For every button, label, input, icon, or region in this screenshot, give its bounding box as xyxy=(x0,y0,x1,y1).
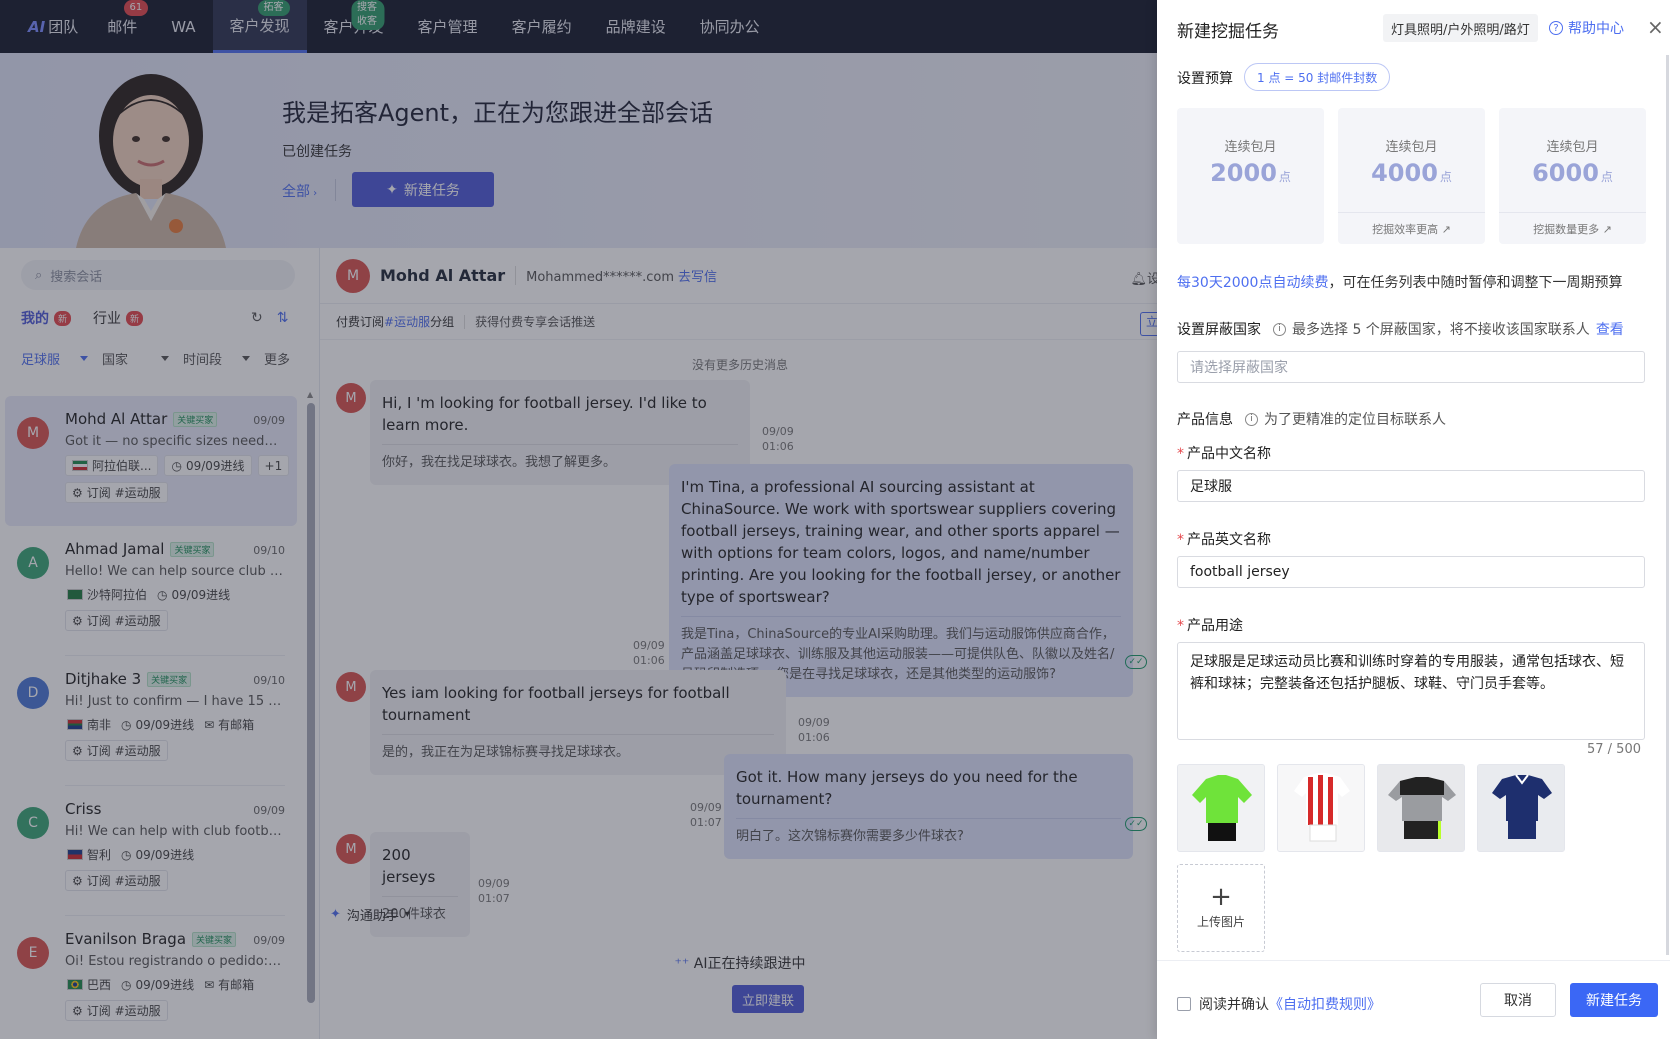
question-icon: ? xyxy=(1549,21,1563,35)
plan-label: 连续包月 xyxy=(1224,140,1277,155)
upload-label: 上传图片 xyxy=(1196,914,1245,929)
cn-name-field[interactable]: 足球服 xyxy=(1177,470,1645,502)
plan-option[interactable]: 连续包月 4000 点 挖掘效率更高 ↗ xyxy=(1338,108,1485,244)
product-image[interactable] xyxy=(1377,764,1465,852)
product-image[interactable] xyxy=(1477,764,1565,852)
en-name-field[interactable]: football jersey xyxy=(1177,556,1645,588)
product-image[interactable] xyxy=(1277,764,1365,852)
product-info-hint: i 为了更精准的定位目标联系人 xyxy=(1245,409,1446,429)
help-center-link[interactable]: ? 帮助中心 xyxy=(1549,18,1624,38)
create-task-button[interactable]: 新建任务 xyxy=(1570,983,1658,1017)
help-label: 帮助中心 xyxy=(1568,21,1624,37)
block-country-hint: i 最多选择 5 个屏蔽国家，将不接收该国家联系人 查看 xyxy=(1273,319,1624,339)
close-icon[interactable]: × xyxy=(1647,15,1664,39)
jersey-navy-image xyxy=(1478,765,1564,851)
usage-label-text: 产品用途 xyxy=(1187,618,1243,634)
budget-label: 设置预算 xyxy=(1177,71,1233,87)
product-image[interactable] xyxy=(1177,764,1265,852)
plan-option[interactable]: 连续包月 6000 点 挖掘数量更多 ↗ xyxy=(1499,108,1646,244)
hint-text: 为了更精准的定位目标联系人 xyxy=(1264,412,1446,428)
plan-value: 2000 点 xyxy=(1177,159,1324,187)
budget-plans: 连续包月 2000 点 连续包月 4000 点 挖掘效率更高 ↗ 连续包月 6000… xyxy=(1177,108,1646,244)
view-link[interactable]: 查看 xyxy=(1596,319,1624,339)
plan-value: 6000 点 xyxy=(1499,159,1646,187)
agree-prefix: 阅读并确认 xyxy=(1199,997,1269,1013)
plan-option[interactable]: 连续包月 2000 点 xyxy=(1177,108,1324,244)
product-info-label: 产品信息 xyxy=(1177,412,1233,428)
product-images xyxy=(1177,764,1565,852)
usage-label: * 产品用途 xyxy=(1177,615,1243,635)
en-name-label-text: 产品英文名称 xyxy=(1187,532,1271,548)
checkbox[interactable] xyxy=(1177,997,1191,1011)
renew-highlight: 每30天2000点自动续费 xyxy=(1177,275,1329,291)
plan-points: 2000 xyxy=(1210,159,1277,187)
plan-footnote: 挖掘数量更多 ↗ xyxy=(1499,212,1646,244)
agree-checkbox[interactable]: 阅读并确认 《自动扣费规则》 xyxy=(1177,994,1381,1014)
plan-value: 4000 点 xyxy=(1338,159,1485,187)
hint-text: 最多选择 5 个屏蔽国家，将不接收该国家联系人 xyxy=(1292,322,1590,338)
required-mark: * xyxy=(1177,532,1184,548)
app-root: AI 团队 邮件 61 WA 客户发现 拓客 客户开发 搜客收客 客户管理 客户… xyxy=(0,0,1670,1039)
plus-icon: + xyxy=(1210,881,1232,912)
renew-rest: ，可在任务列表中随时暂停和调整下一周期预算 xyxy=(1328,275,1623,291)
drawer-scrollbar[interactable] xyxy=(1666,55,1669,955)
plan-points: 4000 xyxy=(1371,159,1438,187)
info-icon: i xyxy=(1273,322,1286,336)
new-task-drawer: 新建挖掘任务 灯具照明/户外照明/路灯 ? 帮助中心 × 设置预算 1 点 = 5… xyxy=(1157,0,1670,1039)
cn-name-label-text: 产品中文名称 xyxy=(1187,446,1271,462)
required-mark: * xyxy=(1177,446,1184,462)
modal-overlay[interactable] xyxy=(0,0,1157,1039)
plan-label: 连续包月 xyxy=(1385,140,1438,155)
usage-textarea[interactable]: 足球服是足球运动员比赛和训练时穿着的专用服装，通常包括球衣、短裤和球袜；完整装备… xyxy=(1177,642,1645,740)
drawer-footer: 阅读并确认 《自动扣费规则》 取消 新建任务 xyxy=(1157,960,1670,1039)
block-country-select[interactable]: 请选择屏蔽国家 xyxy=(1177,351,1645,383)
required-mark: * xyxy=(1177,618,1184,634)
jersey-green-image xyxy=(1178,765,1264,851)
rate-pill: 1 点 = 50 封邮件封数 xyxy=(1244,63,1391,91)
plan-label: 连续包月 xyxy=(1546,140,1599,155)
plan-unit: 点 xyxy=(1278,170,1291,184)
cancel-button[interactable]: 取消 xyxy=(1480,983,1556,1017)
drawer-title: 新建挖掘任务 xyxy=(1177,22,1279,42)
jersey-gray-image xyxy=(1378,765,1464,851)
char-counter: 57 / 500 xyxy=(1587,742,1641,757)
info-icon: i xyxy=(1245,412,1258,426)
en-name-label: * 产品英文名称 xyxy=(1177,529,1271,549)
plan-unit: 点 xyxy=(1600,170,1613,184)
jersey-striped-image xyxy=(1278,765,1364,851)
plan-unit: 点 xyxy=(1439,170,1452,184)
block-country-label: 设置屏蔽国家 xyxy=(1177,322,1261,338)
renew-notice: 每30天2000点自动续费，可在任务列表中随时暂停和调整下一周期预算 xyxy=(1177,272,1622,292)
billing-rules-link[interactable]: 《自动扣费规则》 xyxy=(1269,994,1381,1014)
plan-footnote: 挖掘效率更高 ↗ xyxy=(1338,212,1485,244)
plan-points: 6000 xyxy=(1532,159,1599,187)
cn-name-label: * 产品中文名称 xyxy=(1177,443,1271,463)
upload-image-button[interactable]: + 上传图片 xyxy=(1177,864,1265,952)
category-path: 灯具照明/户外照明/路灯 xyxy=(1383,14,1538,42)
